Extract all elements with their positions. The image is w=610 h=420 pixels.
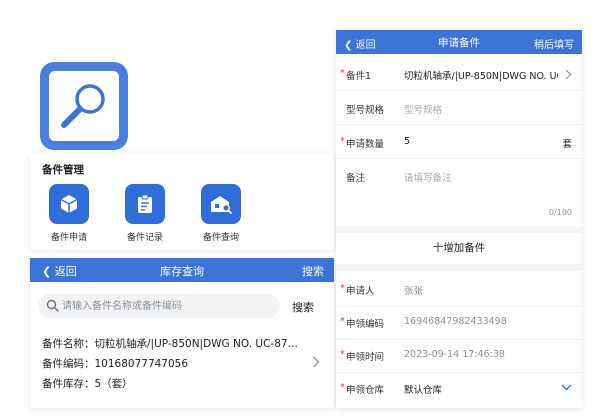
search-icon xyxy=(46,299,59,312)
request-code-label: 申领编码 xyxy=(346,319,385,330)
form-header: 申请备件 ❮ 返回 稍后填写 xyxy=(336,30,582,54)
inventory-header: 库存查询 ❮ 返回 搜索 xyxy=(30,258,334,282)
section-gap xyxy=(336,226,582,233)
required-mark: * xyxy=(340,316,345,327)
parts-record-shortcut[interactable]: 备件记录 xyxy=(110,184,180,243)
inventory-query-screen: 库存查询 ❮ 返回 搜索 搜索 备件名称：切粒机轴承/|UP-850N|DWG … xyxy=(30,258,334,408)
form-back-button[interactable]: ❮ 返回 xyxy=(344,36,376,51)
chevron-left-icon: ❮ xyxy=(344,40,353,51)
chevron-down-icon xyxy=(561,384,572,391)
applicant-value: 张张 xyxy=(404,286,424,297)
search-input[interactable] xyxy=(62,298,272,314)
warehouse-search-icon xyxy=(211,196,232,214)
warehouse-value: 默认仓库 xyxy=(404,385,443,396)
model-label: 型号规格 xyxy=(346,105,385,116)
request-code-value: 16946847982433498 xyxy=(404,316,507,327)
spare-parts-management-card: 备件管理 备件申请 备件记录 备件查询 xyxy=(30,154,334,250)
note-placeholder: 请填写备注 xyxy=(404,173,452,184)
note-label: 备注 xyxy=(346,173,366,184)
part-label: 备件1 xyxy=(346,71,372,82)
inventory-header-search-button[interactable]: 搜索 xyxy=(302,263,324,279)
required-mark: * xyxy=(340,349,345,360)
parts-query-shortcut[interactable]: 备件查询 xyxy=(186,184,256,243)
required-mark: * xyxy=(340,68,345,79)
note-char-counter: 0/100 xyxy=(548,208,572,217)
divider xyxy=(336,90,582,91)
inventory-back-label: 返回 xyxy=(54,265,77,278)
chevron-right-icon xyxy=(313,356,320,368)
inventory-back-button[interactable]: ❮ 返回 xyxy=(42,263,77,279)
clipboard-icon xyxy=(138,194,152,213)
apply-parts-tile xyxy=(49,184,89,224)
part-value: 切粒机轴承/|UP-850N|DWG NO. UC xyxy=(404,71,558,82)
applicant-label: 申请人 xyxy=(346,286,375,297)
form-back-label: 返回 xyxy=(355,40,376,51)
parts-record-label: 备件记录 xyxy=(126,233,163,243)
required-mark: * xyxy=(340,283,345,294)
quantity-label: 申请数量 xyxy=(346,139,385,150)
warehouse-label: 申领仓库 xyxy=(346,385,385,396)
section-gap xyxy=(336,264,582,271)
divider xyxy=(336,339,582,340)
divider xyxy=(336,372,582,373)
management-title: 备件管理 xyxy=(42,164,84,176)
part-code-line: 备件编码：10168077747056 xyxy=(42,358,189,370)
apply-parts-label: 备件申请 xyxy=(50,233,87,243)
chevron-right-icon xyxy=(565,69,572,80)
apply-parts-shortcut[interactable]: 备件申请 xyxy=(34,184,104,243)
search-button[interactable]: 搜索 xyxy=(292,299,314,315)
parts-query-tile xyxy=(201,184,241,224)
chevron-left-icon: ❮ xyxy=(42,265,52,278)
app-icon-background xyxy=(49,71,119,141)
quantity-value: 5 xyxy=(404,136,411,147)
magnifier-icon xyxy=(61,84,105,128)
required-mark: * xyxy=(340,382,345,393)
required-mark: * xyxy=(340,136,345,147)
divider xyxy=(336,124,582,125)
search-field[interactable] xyxy=(38,294,280,318)
inventory-result-item[interactable]: 备件名称：切粒机轴承/|UP-850N|DWG NO. UC-87… 备件编码：… xyxy=(42,336,326,396)
quantity-unit: 套 xyxy=(562,139,572,150)
parts-query-label: 备件查询 xyxy=(202,233,239,243)
app-icon[interactable] xyxy=(40,62,128,150)
part-stock-line: 备件库存：5（套） xyxy=(42,378,133,390)
divider xyxy=(336,306,582,307)
add-part-button[interactable]: 十增加备件 xyxy=(336,240,582,255)
part-name-line: 备件名称：切粒机轴承/|UP-850N|DWG NO. UC-87… xyxy=(42,338,299,350)
request-time-label: 申领时间 xyxy=(346,352,385,363)
fill-later-button[interactable]: 稍后填写 xyxy=(534,36,574,51)
box-icon xyxy=(60,195,78,213)
model-placeholder: 型号规格 xyxy=(404,105,443,116)
divider xyxy=(336,158,582,159)
apply-parts-screen: 申请备件 ❮ 返回 稍后填写 * 备件1 切粒机轴承/|UP-850N|DWG … xyxy=(336,30,582,408)
parts-record-tile xyxy=(125,184,165,224)
request-time-value: 2023-09-14 17:46:38 xyxy=(404,349,505,360)
